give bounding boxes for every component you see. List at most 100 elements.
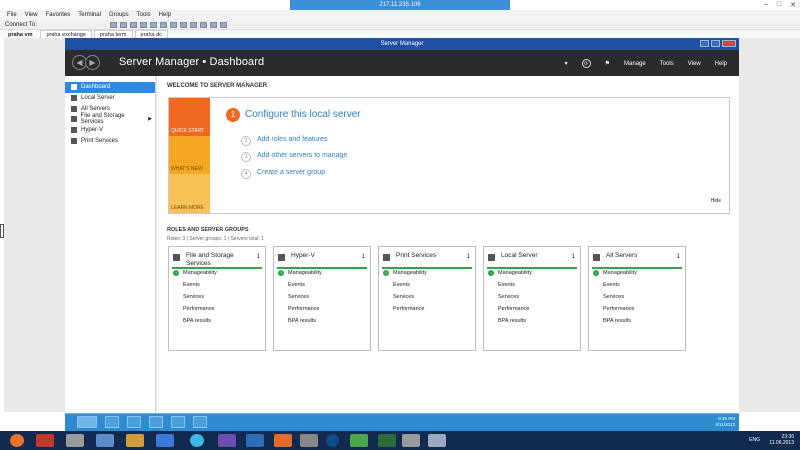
tab-praha-dc[interactable]: praha dc bbox=[134, 30, 168, 38]
menu-favorites[interactable]: Favorites bbox=[46, 10, 71, 20]
tab-praha-term[interactable]: praha term bbox=[93, 30, 133, 38]
card-row[interactable]: BPA results bbox=[288, 318, 316, 324]
close-button[interactable]: ✕ bbox=[790, 1, 796, 9]
toolbar-button[interactable] bbox=[149, 21, 157, 28]
flag-icon[interactable]: ⚑ bbox=[605, 60, 610, 67]
toolbar-button[interactable] bbox=[199, 21, 207, 28]
card-row[interactable]: Events bbox=[498, 282, 515, 288]
sidebar-item-print-services[interactable]: Print Services bbox=[65, 135, 155, 146]
app-taskbar-icon[interactable] bbox=[149, 416, 163, 428]
add-roles-link[interactable]: Add roles and features bbox=[257, 136, 327, 143]
toolbar-button[interactable] bbox=[159, 21, 167, 28]
toolbar-button[interactable] bbox=[209, 21, 217, 28]
menu-file[interactable]: File bbox=[7, 10, 17, 20]
tile-whats-new[interactable]: WHAT'S NEW bbox=[169, 136, 210, 174]
card-row[interactable]: Manageability bbox=[288, 270, 322, 276]
add-servers-link[interactable]: Add other servers to manage bbox=[257, 152, 347, 159]
role-card-all-servers[interactable]: All Servers 1 ↑ Manageability Events Ser… bbox=[588, 246, 686, 351]
hide-link[interactable]: Hide bbox=[711, 198, 721, 204]
card-row[interactable]: Manageability bbox=[603, 270, 637, 276]
side-handle[interactable] bbox=[0, 224, 4, 238]
menu-view[interactable]: View bbox=[688, 61, 701, 67]
card-row[interactable]: Events bbox=[393, 282, 410, 288]
card-row[interactable]: Performance bbox=[393, 306, 425, 312]
menu-manage[interactable]: Manage bbox=[624, 61, 646, 67]
app-icon[interactable] bbox=[36, 434, 54, 447]
card-row[interactable]: Manageability bbox=[183, 270, 217, 276]
toolbar-button[interactable] bbox=[139, 21, 147, 28]
card-row[interactable]: Manageability bbox=[498, 270, 532, 276]
card-row[interactable]: Services bbox=[603, 294, 624, 300]
create-group-link[interactable]: Create a server group bbox=[257, 169, 325, 176]
firefox-icon[interactable] bbox=[10, 434, 24, 447]
tile-quick-start[interactable]: QUICK START bbox=[169, 98, 210, 136]
menu-help[interactable]: Help bbox=[159, 10, 171, 20]
app-icon[interactable] bbox=[96, 434, 114, 447]
menu-terminal[interactable]: Terminal bbox=[78, 10, 101, 20]
tile-learn-more[interactable]: LEARN MORE bbox=[169, 174, 210, 213]
sidebar-item-dashboard[interactable]: Dashboard bbox=[65, 82, 155, 93]
toolbar-button[interactable] bbox=[109, 21, 117, 28]
toolbar-button[interactable] bbox=[219, 21, 227, 28]
app-icon[interactable] bbox=[378, 434, 396, 447]
card-row[interactable]: Performance bbox=[183, 306, 215, 312]
card-row[interactable]: Manageability bbox=[393, 270, 427, 276]
menu-help[interactable]: Help bbox=[715, 61, 727, 67]
card-row[interactable]: Performance bbox=[288, 306, 320, 312]
configure-local-server-link[interactable]: Configure this local server bbox=[245, 109, 361, 120]
remote-clock[interactable]: 9:36 PM 6/11/2013 bbox=[715, 416, 735, 428]
app-icon[interactable] bbox=[246, 434, 264, 447]
toolbar-button[interactable] bbox=[189, 21, 197, 28]
app-icon[interactable] bbox=[126, 434, 144, 447]
sidebar-item-hyper-v[interactable]: Hyper-V bbox=[65, 125, 155, 136]
role-card-print-services[interactable]: Print Services 1 ↑ Manageability Events … bbox=[378, 246, 476, 351]
ie-icon[interactable] bbox=[190, 434, 204, 447]
card-row[interactable]: Services bbox=[498, 294, 519, 300]
server-manager-taskbar-icon[interactable] bbox=[77, 416, 97, 428]
app-icon[interactable] bbox=[402, 434, 420, 447]
menu-tools[interactable]: Tools bbox=[660, 61, 674, 67]
explorer-taskbar-icon[interactable] bbox=[127, 416, 141, 428]
host-clock[interactable]: 23:36 11.06.2013 bbox=[769, 434, 794, 446]
card-row[interactable]: BPA results bbox=[603, 318, 631, 324]
card-row[interactable]: Events bbox=[603, 282, 620, 288]
role-card-file-storage[interactable]: File and Storage Services 1 ↑ Manageabil… bbox=[168, 246, 266, 351]
sm-minimize-button[interactable] bbox=[700, 40, 709, 47]
card-row[interactable]: Events bbox=[183, 282, 200, 288]
card-row[interactable]: Services bbox=[288, 294, 309, 300]
tab-praha-vm[interactable]: praha vm bbox=[2, 30, 39, 38]
toolbar-button[interactable] bbox=[119, 21, 127, 28]
role-card-hyper-v[interactable]: Hyper-V 1 ↑ Manageability Events Service… bbox=[273, 246, 371, 351]
app-icon[interactable] bbox=[300, 434, 318, 447]
menu-tools[interactable]: Tools bbox=[137, 10, 151, 20]
tab-praha-exchange[interactable]: praha exchange bbox=[40, 30, 92, 38]
card-row[interactable]: BPA results bbox=[498, 318, 526, 324]
sidebar-item-file-storage[interactable]: File and Storage Services ▶ bbox=[65, 113, 155, 125]
utorrent-icon[interactable] bbox=[350, 434, 368, 447]
card-row[interactable]: Performance bbox=[498, 306, 530, 312]
toolbar-button[interactable] bbox=[129, 21, 137, 28]
card-row[interactable]: Events bbox=[288, 282, 305, 288]
card-row[interactable]: Services bbox=[393, 294, 414, 300]
card-row[interactable]: BPA results bbox=[183, 318, 211, 324]
app-icon[interactable] bbox=[326, 434, 339, 447]
sm-maximize-button[interactable] bbox=[711, 40, 720, 47]
minimize-button[interactable]: – bbox=[764, 1, 768, 9]
powershell-taskbar-icon[interactable] bbox=[105, 416, 119, 428]
menu-groups[interactable]: Groups bbox=[109, 10, 129, 20]
app-icon[interactable] bbox=[274, 434, 292, 447]
app-icon[interactable] bbox=[218, 434, 236, 447]
menu-view[interactable]: View bbox=[25, 10, 38, 20]
app-icon[interactable] bbox=[156, 434, 174, 447]
sidebar-item-local-server[interactable]: Local Server bbox=[65, 93, 155, 104]
card-row[interactable]: Services bbox=[183, 294, 204, 300]
toolbar-button[interactable] bbox=[179, 21, 187, 28]
app-taskbar-icon[interactable] bbox=[193, 416, 207, 428]
app-taskbar-icon[interactable] bbox=[171, 416, 185, 428]
maximize-button[interactable]: □ bbox=[777, 1, 781, 9]
toolbar-button[interactable] bbox=[169, 21, 177, 28]
role-card-local-server[interactable]: Local Server 1 ↑ Manageability Events Se… bbox=[483, 246, 581, 351]
sm-close-button[interactable] bbox=[722, 40, 736, 47]
dropdown-icon[interactable]: ▾ bbox=[565, 60, 568, 67]
app-icon[interactable] bbox=[428, 434, 446, 447]
